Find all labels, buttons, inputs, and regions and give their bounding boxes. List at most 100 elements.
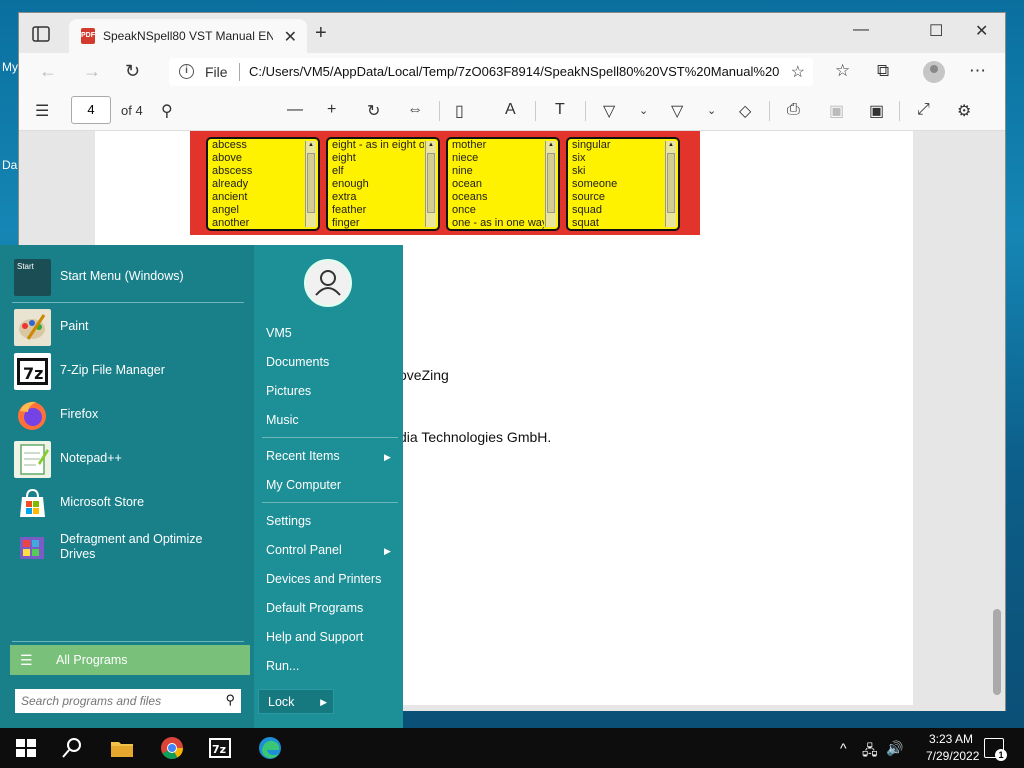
new-tab-icon[interactable]: +	[315, 23, 327, 43]
search-icon[interactable]: ⚲	[225, 692, 235, 708]
contents-icon[interactable]: ☰	[35, 101, 49, 121]
toolbar-divider	[439, 101, 440, 121]
pinned-microsoft-store[interactable]: Microsoft Store	[12, 483, 252, 523]
draw-icon[interactable]: ▽	[603, 101, 615, 121]
link-my-computer[interactable]: My Computer	[266, 478, 341, 492]
close-window-icon[interactable]: ✕	[975, 21, 988, 41]
fullscreen-icon[interactable]: ⤢	[917, 101, 930, 119]
minimize-icon[interactable]: —	[853, 21, 869, 39]
file-explorer-icon[interactable]	[110, 736, 134, 760]
lock-button[interactable]: Lock ▶	[258, 689, 334, 714]
favorites-icon[interactable]: ☆	[835, 61, 850, 81]
clock-time: 3:23 AM	[928, 732, 974, 746]
start-search-box[interactable]: ⚲	[15, 689, 241, 713]
system-clock[interactable]: 3:23 AM 7/29/2022	[926, 732, 979, 763]
user-avatar[interactable]	[304, 259, 352, 307]
url-text[interactable]: C:/Users/VM5/AppData/Local/Temp/7zO063F8…	[249, 64, 779, 79]
link-user[interactable]: VM5	[266, 326, 292, 340]
maximize-icon[interactable]: ☐	[929, 21, 943, 41]
list-item: singular	[572, 139, 611, 151]
close-tab-icon[interactable]: ✕	[284, 27, 297, 47]
link-recent-items[interactable]: Recent Items	[266, 449, 340, 463]
windows-start-icon[interactable]	[14, 736, 38, 760]
tab-actions-icon[interactable]	[31, 25, 51, 43]
search-icon[interactable]: ⚲	[161, 101, 173, 121]
chevron-right-icon[interactable]: ▶	[320, 697, 327, 708]
pinned-label: Defragment and Optimize Drives	[60, 532, 203, 561]
settings-icon[interactable]: ⚙	[957, 101, 971, 121]
page-view-icon[interactable]: ▯	[455, 101, 464, 121]
all-programs-button[interactable]: ☰ All Programs	[10, 645, 250, 675]
scrollbar-thumb[interactable]	[993, 609, 1001, 695]
more-options-icon[interactable]: ⋯	[969, 61, 986, 81]
pinned-paint[interactable]: Paint	[12, 307, 252, 347]
desktop-icon-label[interactable]: My	[2, 60, 18, 74]
link-documents[interactable]: Documents	[266, 355, 329, 369]
list-item: finger	[332, 217, 360, 229]
text-icon[interactable]: T	[555, 101, 565, 119]
pinned-7zip[interactable]: 7z 7-Zip File Manager	[12, 351, 252, 391]
link-devices-printers[interactable]: Devices and Printers	[266, 572, 381, 586]
link-pictures[interactable]: Pictures	[266, 384, 311, 398]
list-item: one - as in one way	[452, 217, 544, 229]
7zip-taskbar-icon[interactable]: 7z	[208, 736, 232, 760]
refresh-icon[interactable]: ↻	[125, 61, 140, 82]
address-bar[interactable]: i File C:/Users/VM5/AppData/Local/Temp/7…	[169, 58, 813, 86]
link-run[interactable]: Run...	[266, 659, 299, 673]
link-settings[interactable]: Settings	[266, 514, 311, 528]
pinned-firefox[interactable]: Firefox	[12, 395, 252, 435]
pinned-notepadpp[interactable]: Notepad++	[12, 439, 252, 479]
word-listbox: abcess above abscess already ancient ang…	[206, 137, 320, 231]
lock-label: Lock	[268, 695, 295, 709]
list-item: once	[452, 204, 476, 216]
profile-avatar[interactable]	[923, 61, 945, 83]
chevron-down-icon[interactable]: ⌄	[707, 104, 716, 117]
read-aloud-icon[interactable]: A	[505, 101, 516, 119]
list-item: eight - as in eight o'clock	[332, 139, 424, 151]
start-menu-right-pane: VM5 Documents Pictures Music Recent Item…	[254, 245, 403, 728]
tab-title: SpeakNSpell80 VST Manual EN.pdf	[103, 29, 273, 43]
list-item: ocean	[452, 178, 482, 190]
chevron-up-icon[interactable]: ^	[840, 740, 847, 756]
info-icon[interactable]: i	[179, 64, 194, 79]
link-default-programs[interactable]: Default Programs	[266, 601, 363, 615]
forward-icon[interactable]: →	[83, 61, 101, 82]
volume-icon[interactable]: 🔊	[886, 740, 903, 757]
zoom-in-icon[interactable]: +	[327, 101, 336, 119]
edge-icon[interactable]	[258, 736, 282, 760]
page-number-input[interactable]: 4	[71, 96, 111, 124]
list-icon: ☰	[20, 652, 33, 668]
chevron-right-icon: ▶	[384, 546, 391, 556]
active-tab[interactable]: PDF SpeakNSpell80 VST Manual EN.pdf ✕	[69, 19, 307, 53]
pinned-label: 7-Zip File Manager	[60, 363, 165, 377]
collections-icon[interactable]: ⧉	[877, 61, 889, 81]
notification-center-icon[interactable]: 1	[984, 738, 1007, 761]
chrome-icon[interactable]	[160, 736, 184, 760]
print-icon[interactable]: ⎙	[787, 101, 800, 119]
desktop-icon-label[interactable]: Da	[2, 158, 17, 172]
add-favorite-icon[interactable]: ☆	[791, 62, 805, 82]
highlight-icon[interactable]: ▽	[671, 101, 683, 121]
chevron-down-icon[interactable]: ⌄	[639, 104, 648, 117]
pinned-start-menu-windows[interactable]: Start Start Menu (Windows)	[12, 257, 252, 297]
link-control-panel[interactable]: Control Panel	[266, 543, 342, 557]
fit-width-icon[interactable]: ⇔	[407, 101, 423, 119]
search-input[interactable]	[21, 692, 211, 710]
list-item: feather	[332, 204, 367, 216]
viewer-scrollbar[interactable]	[991, 131, 1003, 711]
list-item: another	[212, 217, 250, 229]
network-icon[interactable]: 🖧	[862, 740, 878, 764]
pinned-defragment[interactable]: Defragment and Optimize Drives	[12, 527, 252, 571]
rotate-icon[interactable]: ↻	[367, 101, 380, 121]
link-help-support[interactable]: Help and Support	[266, 630, 363, 644]
zoom-out-icon[interactable]: —	[287, 101, 303, 119]
firefox-icon	[14, 397, 51, 434]
back-icon[interactable]: ←	[39, 61, 57, 82]
search-icon[interactable]	[60, 736, 84, 760]
divider	[12, 302, 244, 303]
save-as-icon[interactable]: ▣	[869, 101, 884, 121]
pdf-icon: PDF	[81, 28, 95, 44]
save-icon[interactable]: ▣	[829, 101, 844, 121]
erase-icon[interactable]: ◇	[739, 101, 751, 121]
link-music[interactable]: Music	[266, 413, 299, 427]
